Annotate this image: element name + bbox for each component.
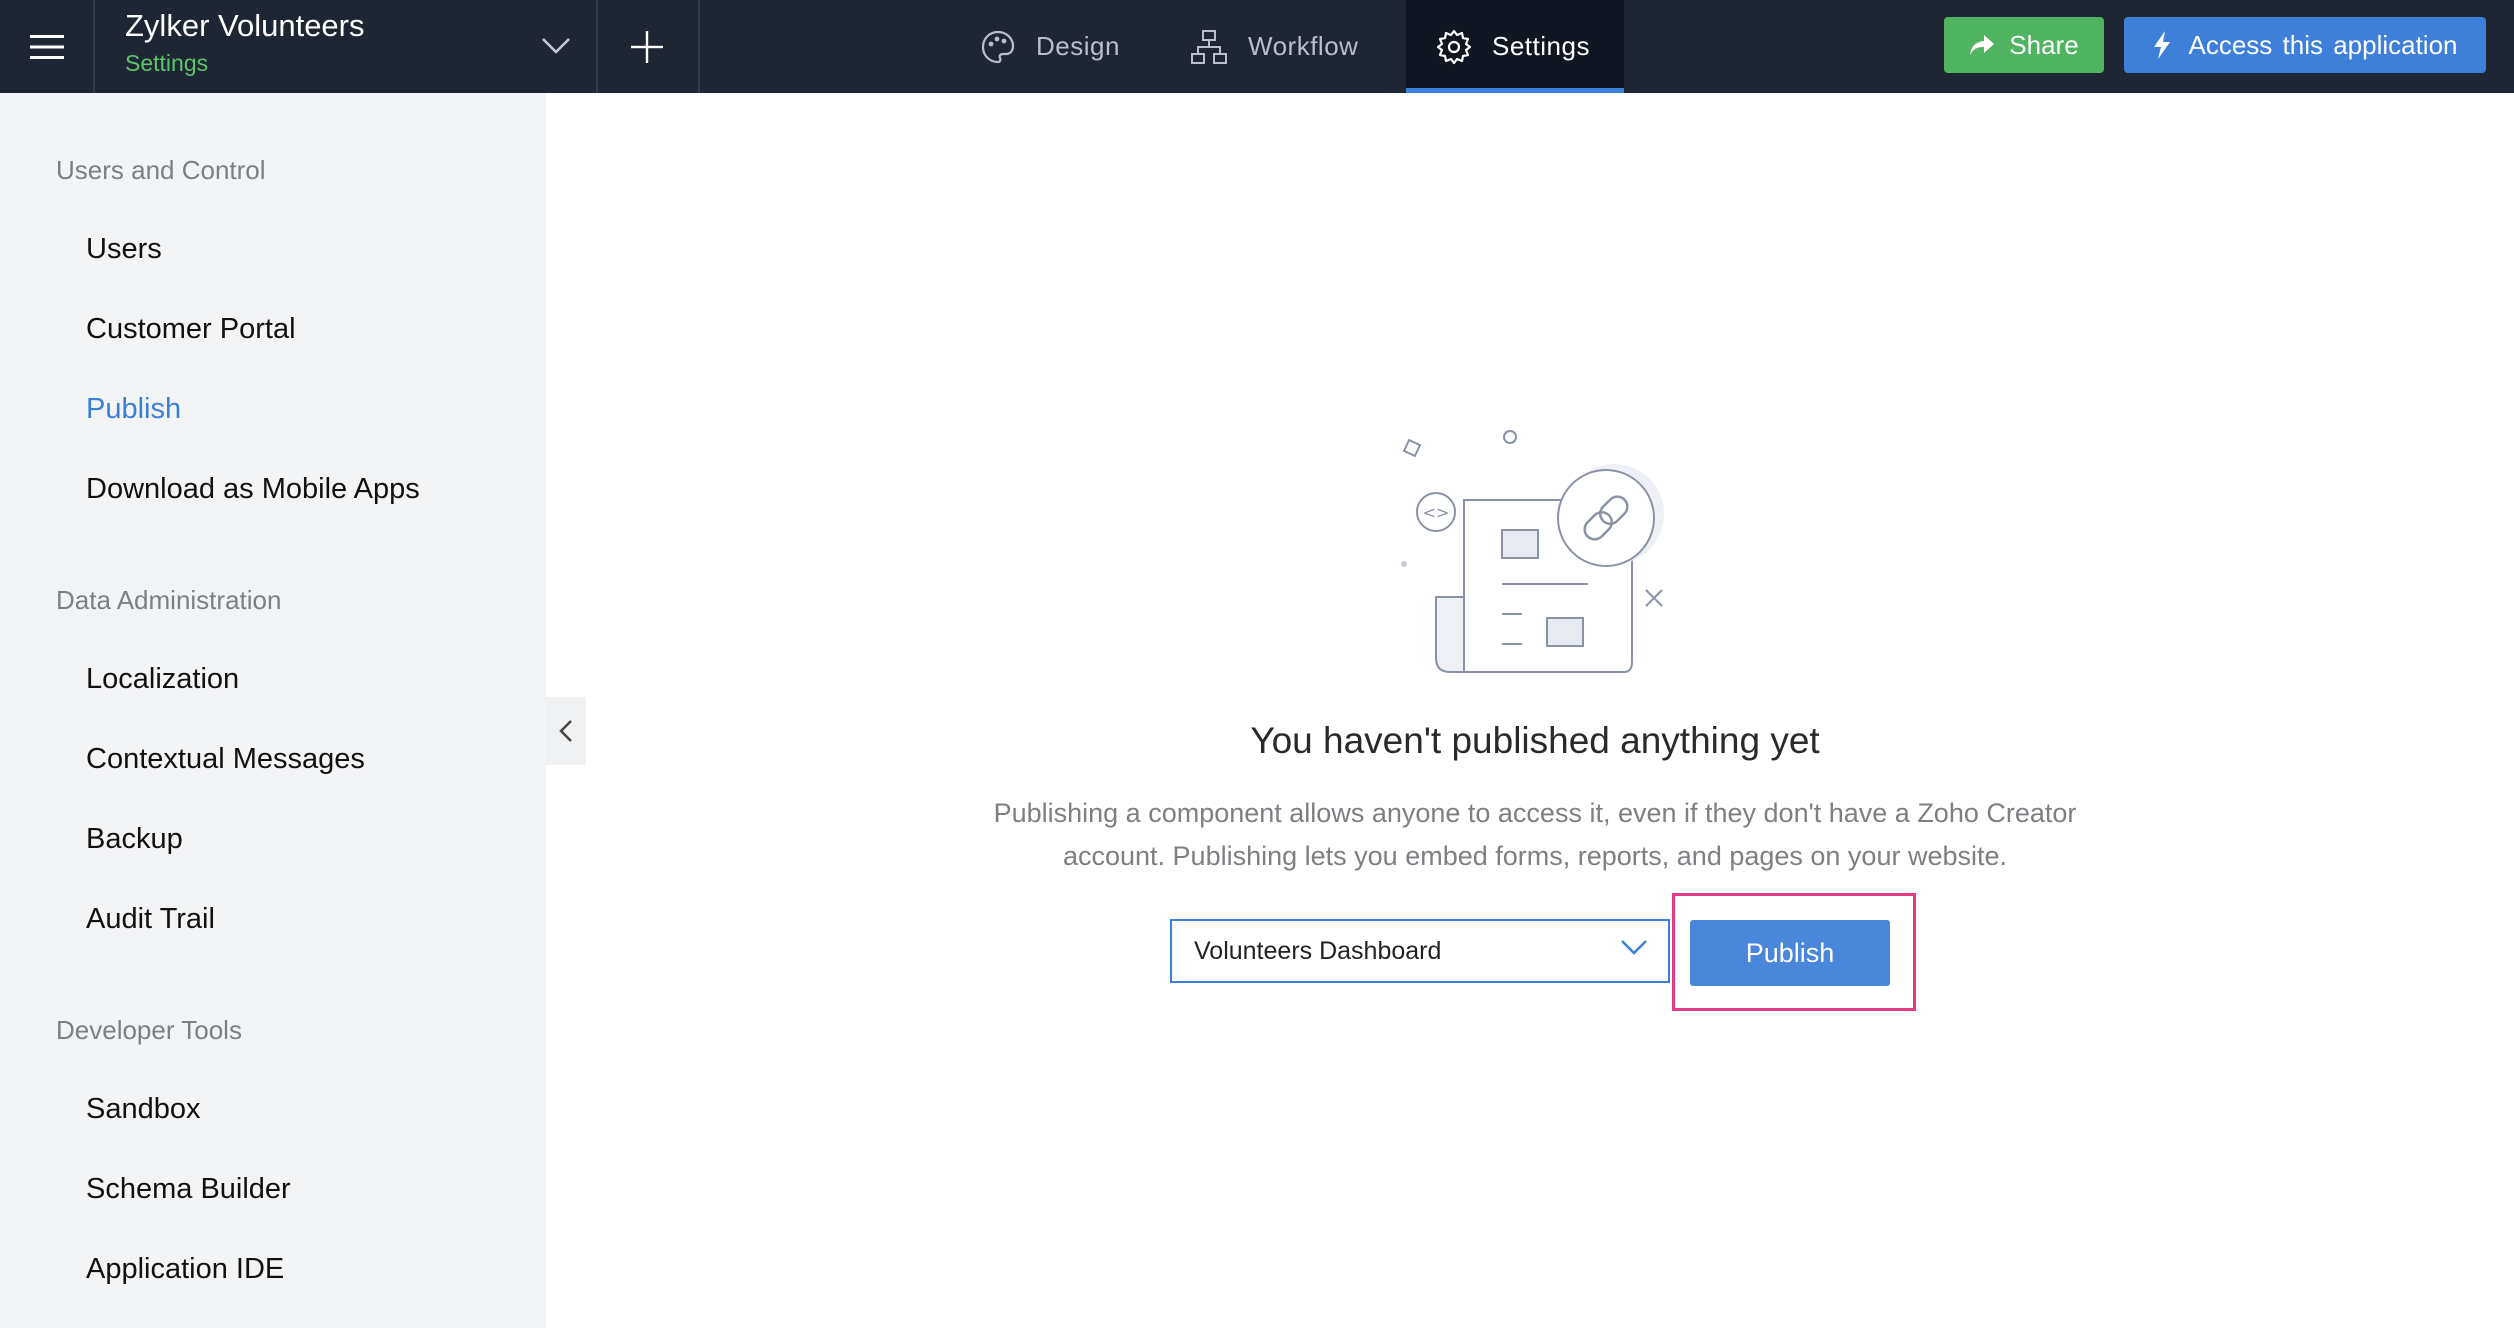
collapse-sidebar-button[interactable]	[546, 697, 586, 765]
add-component-plus-icon[interactable]	[597, 0, 697, 93]
sidebar-item-sandbox[interactable]: Sandbox	[86, 1093, 201, 1126]
share-button-label: Share	[2009, 29, 2079, 60]
palette-icon	[981, 30, 1015, 63]
sidebar-item-contextual-messages[interactable]: Contextual Messages	[86, 743, 365, 776]
access-button-label: Access this application	[2188, 29, 2458, 60]
empty-state-description: Publishing a component allows anyone to …	[993, 798, 2077, 871]
empty-state-title: You haven't published anything yet	[1250, 720, 1820, 761]
tab-design-label: Design	[1036, 31, 1120, 61]
sidebar-item-audit-trail[interactable]: Audit Trail	[86, 903, 215, 936]
tab-workflow-label: Workflow	[1248, 31, 1359, 61]
tab-workflow[interactable]: Workflow	[1190, 0, 1358, 93]
app-title-block: Zylker Volunteers Settings	[125, 8, 365, 78]
sidebar-item-localization[interactable]: Localization	[86, 663, 239, 696]
section-header-users-and-control: Users and Control	[56, 155, 266, 185]
component-select-dropdown[interactable]: Volunteers Dashboard	[1170, 919, 1670, 983]
workflow-icon	[1191, 29, 1227, 64]
share-button[interactable]: Share	[1944, 17, 2104, 73]
sidebar-item-users[interactable]: Users	[86, 233, 162, 266]
topbar-divider	[698, 0, 700, 93]
sidebar-item-publish[interactable]: Publish	[86, 393, 181, 426]
gear-icon	[1436, 29, 1472, 64]
sidebar-item-customer-portal[interactable]: Customer Portal	[86, 313, 296, 346]
topbar-divider	[93, 0, 95, 93]
tab-settings[interactable]: Settings	[1406, 0, 1624, 93]
top-bar: Zylker Volunteers Settings Design Workfl…	[0, 0, 2514, 93]
chevron-down-icon	[1621, 940, 1647, 955]
app-subtitle: Settings	[125, 50, 209, 76]
sidebar-item-schema-builder[interactable]: Schema Builder	[86, 1173, 291, 1206]
component-select-value: Volunteers Dashboard	[1194, 936, 1442, 965]
sidebar-item-download-mobile-apps[interactable]: Download as Mobile Apps	[86, 473, 420, 506]
section-header-data-administration: Data Administration	[56, 585, 282, 615]
svg-text:<>: <>	[1423, 503, 1450, 522]
access-application-button[interactable]: Access this application	[2124, 17, 2486, 73]
app-switcher-chevron-down-icon[interactable]	[528, 18, 584, 74]
chevron-left-icon	[559, 720, 572, 742]
publish-button-label: Publish	[1745, 937, 1835, 968]
hamburger-menu-icon[interactable]	[0, 0, 93, 93]
lightning-icon	[2154, 31, 2171, 59]
section-header-developer-tools: Developer Tools	[56, 1015, 242, 1045]
publish-empty-illustration: <>	[1401, 430, 1664, 673]
sidebar-item-application-ide[interactable]: Application IDE	[86, 1253, 284, 1286]
share-arrow-icon	[1970, 35, 1995, 55]
tab-settings-label: Settings	[1492, 31, 1590, 61]
publish-button[interactable]: Publish	[1690, 920, 1890, 986]
app-title: Zylker Volunteers	[125, 8, 365, 43]
sidebar-item-backup[interactable]: Backup	[86, 823, 183, 856]
tab-design[interactable]: Design	[980, 0, 1120, 93]
settings-sidebar: Users and Control Users Customer Portal …	[0, 93, 546, 1328]
